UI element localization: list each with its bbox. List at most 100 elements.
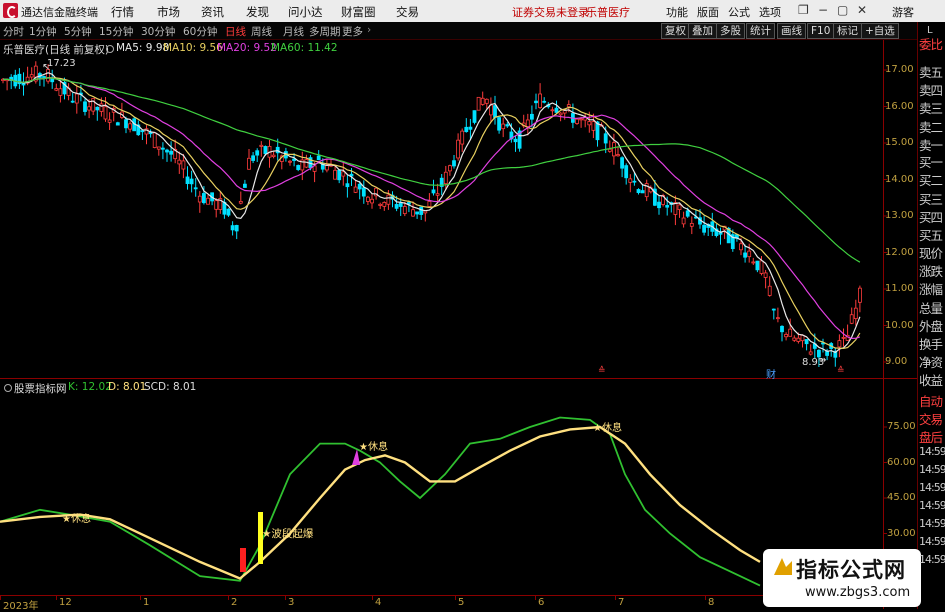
candle-body bbox=[197, 195, 202, 203]
candle-body bbox=[288, 160, 292, 163]
side-panel-item: 外盘 bbox=[919, 319, 943, 334]
candle-body bbox=[370, 198, 374, 204]
side-panel-item: 涨幅 bbox=[919, 282, 943, 297]
rest-annotation: ★休息 bbox=[359, 442, 388, 453]
side-panel-item: 14:59 bbox=[919, 517, 945, 530]
candle-body bbox=[415, 211, 420, 215]
candle-body bbox=[447, 165, 452, 172]
side-panel-item: 卖五 bbox=[919, 65, 943, 80]
price-axis-label: 12.00 bbox=[885, 246, 914, 258]
candle-body bbox=[763, 272, 768, 278]
candle-body bbox=[575, 118, 579, 124]
candle-body bbox=[365, 196, 370, 202]
signal-bar-red bbox=[240, 548, 246, 572]
candle-body bbox=[677, 204, 682, 210]
candle-body bbox=[386, 194, 391, 205]
candle-body bbox=[160, 147, 165, 150]
candle-body bbox=[398, 202, 403, 207]
k-value: K: 12.02 bbox=[68, 381, 112, 393]
x-axis-label: 6 bbox=[538, 597, 545, 608]
indicator-name[interactable]: 股票指标网 bbox=[14, 381, 67, 396]
candle-body bbox=[542, 100, 547, 103]
d-value: D: 8.01 bbox=[108, 381, 147, 393]
candle-body bbox=[275, 146, 280, 154]
candle-body bbox=[193, 187, 198, 190]
candle-body bbox=[636, 189, 641, 193]
side-panel-item: 换手 bbox=[919, 337, 943, 352]
candle-body bbox=[115, 122, 120, 126]
candle-body bbox=[501, 123, 506, 130]
candle-body bbox=[788, 328, 793, 337]
finance-marker[interactable]: 财 bbox=[766, 366, 776, 381]
candle-body bbox=[513, 138, 518, 143]
side-panel-item: 涨跌 bbox=[919, 264, 943, 279]
candle-body bbox=[304, 159, 309, 168]
indicator-axis-label: 75.00 bbox=[887, 421, 916, 432]
side-panel-item: 14:59 bbox=[919, 535, 945, 548]
candle-body bbox=[804, 339, 809, 345]
event-marker-icon[interactable]: ≙ bbox=[598, 366, 606, 376]
side-panel-item: 收益 bbox=[919, 373, 943, 388]
candle-body bbox=[452, 160, 456, 167]
candle-body bbox=[657, 201, 661, 209]
candle-body bbox=[238, 200, 243, 204]
rest-annotation: ★休息 bbox=[62, 514, 91, 525]
candle-body bbox=[263, 146, 268, 154]
candle-body bbox=[591, 121, 596, 131]
side-panel-item: 净资 bbox=[919, 355, 943, 370]
candle-body bbox=[505, 124, 510, 127]
indicator-gear-icon[interactable] bbox=[4, 384, 12, 392]
candle-body bbox=[702, 224, 706, 233]
candle-body bbox=[230, 225, 235, 231]
price-axis-label: 11.00 bbox=[885, 283, 914, 294]
candle-body bbox=[751, 261, 756, 264]
price-axis-label: 13.00 bbox=[885, 210, 914, 221]
event-marker-icon[interactable]: ≙ bbox=[837, 366, 845, 376]
x-axis-label: 4 bbox=[375, 597, 382, 608]
side-panel-item: 卖四 bbox=[919, 83, 943, 98]
candle-body bbox=[607, 148, 612, 152]
candle-body bbox=[214, 200, 219, 210]
candle-body bbox=[624, 165, 629, 179]
side-panel-item: 买四 bbox=[919, 210, 943, 225]
candle-body bbox=[156, 146, 161, 150]
candle-body bbox=[411, 209, 415, 217]
candle-body bbox=[255, 150, 260, 156]
candle-body bbox=[382, 202, 387, 207]
star-icon: ★ bbox=[359, 442, 368, 453]
candle-body bbox=[206, 197, 210, 205]
candle-body bbox=[333, 169, 338, 180]
price-axis-label: 10.00 bbox=[885, 319, 914, 331]
candle-body bbox=[550, 109, 555, 112]
x-axis-label: 8 bbox=[708, 597, 715, 608]
side-panel-item: 买二 bbox=[919, 173, 943, 188]
candle-body bbox=[54, 88, 59, 91]
candle-body bbox=[95, 106, 100, 111]
kline-chart-area[interactable] bbox=[0, 0, 917, 609]
candle-body bbox=[427, 201, 432, 207]
candle-body bbox=[554, 107, 559, 113]
high-price-label: 17.23 bbox=[47, 58, 76, 69]
x-axis-label: 2 bbox=[231, 597, 238, 608]
candle-body bbox=[165, 149, 169, 153]
star-icon: ★ bbox=[593, 423, 602, 434]
candle-body bbox=[689, 223, 694, 227]
candle-body bbox=[402, 206, 407, 215]
candle-body bbox=[456, 139, 461, 159]
candle-body bbox=[755, 260, 760, 271]
candle-body bbox=[858, 287, 862, 303]
side-panel-item: 总量 bbox=[919, 301, 943, 316]
price-axis-label: 17.00 bbox=[885, 64, 914, 75]
candle-body bbox=[251, 155, 256, 161]
candle-body bbox=[152, 132, 157, 148]
candle-body bbox=[259, 144, 264, 147]
candle-body bbox=[169, 150, 174, 155]
candle-body bbox=[538, 93, 542, 108]
candle-body bbox=[83, 101, 87, 112]
price-axis-label: 16.00 bbox=[885, 100, 914, 112]
star-icon: ★ bbox=[62, 514, 71, 525]
candle-body bbox=[784, 334, 788, 338]
side-panel-item: 交易 bbox=[919, 412, 943, 427]
candle-body bbox=[796, 337, 801, 342]
indicator-axis-label: 30.00 bbox=[887, 527, 916, 539]
